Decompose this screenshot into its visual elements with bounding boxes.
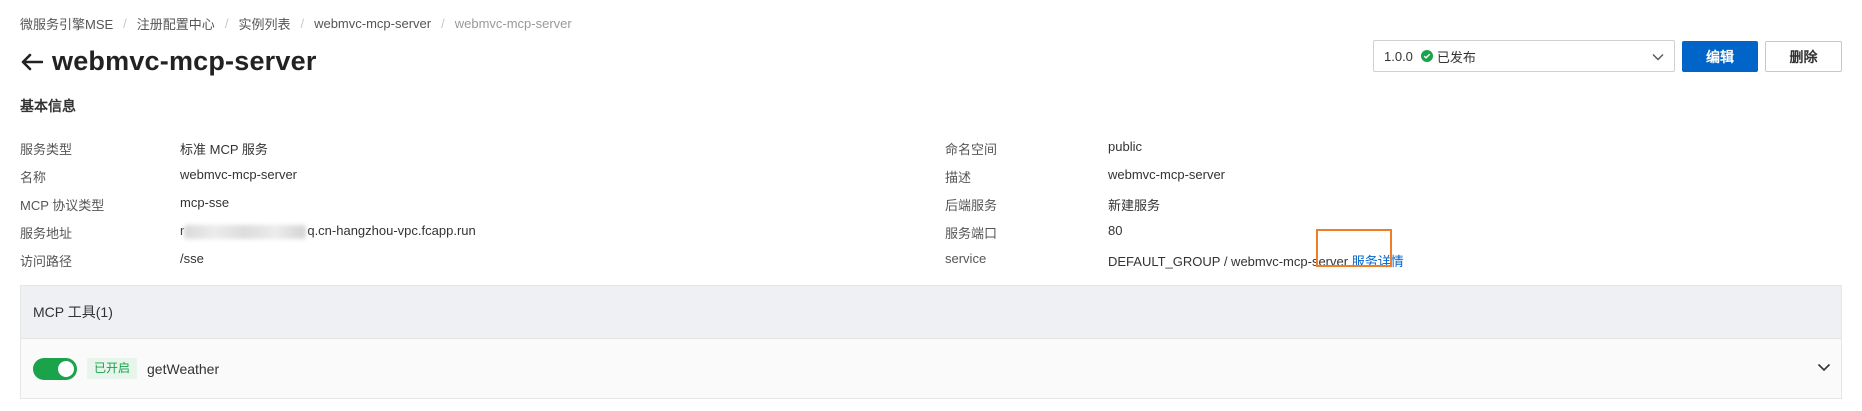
page-header: webmvc-mcp-server: [18, 46, 317, 77]
breadcrumb-current: webmvc-mcp-server: [454, 16, 572, 31]
info-value-name: webmvc-mcp-server: [180, 167, 298, 182]
back-arrow-icon[interactable]: [18, 48, 46, 76]
breadcrumb-separator: /: [441, 16, 445, 31]
info-label-path: 访问路径: [20, 254, 73, 269]
info-label-address: 服务地址: [20, 226, 73, 241]
edit-button[interactable]: 编辑: [1682, 41, 1758, 72]
info-value-namespace: public: [1108, 139, 1142, 154]
mcp-tools-panel: MCP 工具(1) 已开启 getWeather: [20, 285, 1842, 399]
tool-name: getWeather: [147, 360, 220, 377]
info-value-description: webmvc-mcp-server: [1108, 167, 1226, 182]
chevron-down-icon: [1652, 49, 1664, 64]
breadcrumb-instance-list[interactable]: 实例列表: [238, 14, 290, 33]
redacted-blur: [184, 224, 307, 239]
breadcrumb-separator: /: [224, 16, 229, 31]
page-title: webmvc-mcp-server: [52, 46, 317, 76]
highlight-box: [1316, 229, 1392, 267]
info-value-protocol: mcp-sse: [180, 195, 230, 210]
info-label-service: service: [945, 251, 987, 266]
breadcrumb: 微服务引擎MSE / 注册配置中心 / 实例列表 / webmvc-mcp-se…: [20, 14, 572, 33]
service-group: DEFAULT_GROUP / webmvc-mcp-server: [1108, 254, 1349, 269]
delete-button[interactable]: 删除: [1765, 41, 1842, 72]
version-value: 1.0.0: [1384, 48, 1413, 64]
info-label-description: 描述: [945, 170, 972, 185]
chevron-down-icon[interactable]: [1817, 359, 1831, 377]
info-value-address: r q.cn-hangzhou-vpc.fcapp.run: [180, 223, 476, 239]
info-value-path: /sse: [180, 251, 204, 266]
tool-enable-toggle[interactable]: [33, 357, 77, 380]
info-label-service-type: 服务类型: [20, 142, 73, 157]
info-label-name: 名称: [20, 170, 47, 185]
published-check-icon: [1420, 50, 1433, 62]
info-label-namespace: 命名空间: [945, 142, 998, 157]
section-title-basic-info: 基本信息: [20, 98, 76, 114]
info-value-port: 80: [1108, 223, 1123, 238]
breadcrumb-mse[interactable]: 微服务引擎MSE: [20, 14, 113, 33]
breadcrumb-instance[interactable]: webmvc-mcp-server: [314, 16, 431, 31]
breadcrumb-registry-center[interactable]: 注册配置中心: [137, 14, 215, 33]
info-value-backend: 新建服务: [1108, 198, 1161, 213]
address-suffix: q.cn-hangzhou-vpc.fcapp.run: [307, 223, 476, 238]
tool-row[interactable]: 已开启 getWeather: [21, 339, 1841, 398]
toggle-knob: [58, 360, 74, 377]
info-label-port: 服务端口: [945, 226, 998, 241]
version-status: 已发布: [1436, 49, 1476, 65]
info-value-service-type: 标准 MCP 服务: [180, 142, 268, 157]
breadcrumb-separator: /: [300, 16, 305, 31]
tool-status-badge: 已开启: [87, 358, 138, 379]
mcp-tools-title: MCP 工具(1): [21, 286, 1841, 339]
breadcrumb-separator: /: [123, 16, 127, 31]
info-label-backend: 后端服务: [945, 198, 998, 213]
version-select[interactable]: 1.0.0 已发布: [1373, 40, 1675, 72]
info-label-protocol: MCP 协议类型: [20, 198, 105, 213]
